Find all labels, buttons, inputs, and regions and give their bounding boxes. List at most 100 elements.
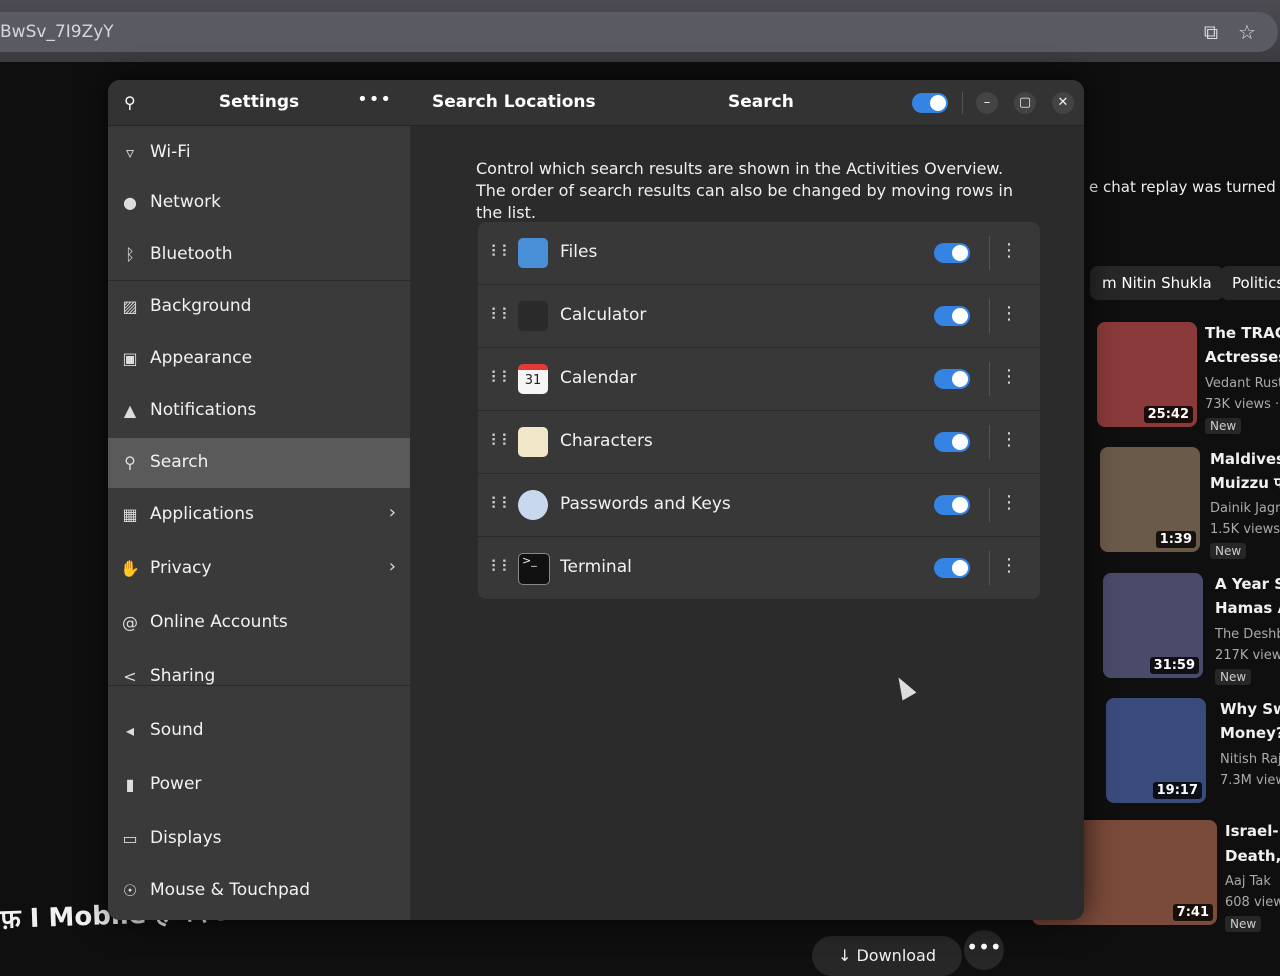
sidebar-item-wi-fi[interactable]: ▿ Wi-Fi	[108, 128, 410, 178]
sidebar-item-appearance[interactable]: ▣ Appearance	[108, 334, 410, 384]
sidebar-separator	[108, 280, 410, 281]
calendar-day-number: 31	[524, 373, 542, 388]
sidebar-item-notifications[interactable]: ▲ Notifications	[108, 386, 410, 436]
drag-handle-icon[interactable]: ⠇⠇	[490, 494, 512, 513]
more-options-icon[interactable]: ⋮	[1000, 555, 1018, 576]
filter-chip[interactable]: m Nitin Shukla	[1090, 266, 1224, 300]
drag-handle-icon[interactable]: ⠇⠇	[490, 242, 512, 261]
video-channel[interactable]: Aaj Tak	[1225, 874, 1271, 889]
maximize-button[interactable]: ▢	[1014, 92, 1036, 114]
download-button[interactable]: ↓ Download	[812, 936, 962, 976]
provider-toggle[interactable]	[934, 495, 970, 515]
files-icon	[518, 238, 548, 268]
star-icon[interactable]: ☆	[1236, 21, 1258, 43]
video-title[interactable]: Hamas A	[1215, 599, 1280, 617]
sidebar-item-search[interactable]: ⚲ Search	[108, 438, 410, 488]
video-title[interactable]: Muizzu पहु	[1210, 473, 1280, 493]
more-options-icon[interactable]: ⋮	[1000, 303, 1018, 324]
provider-row-calendar[interactable]: ⠇⠇ 31 Calendar ⋮	[478, 348, 1040, 411]
hand-icon: ✋	[120, 559, 140, 578]
row-separator	[989, 488, 990, 522]
wifi-icon: ▿	[125, 143, 135, 162]
close-button[interactable]: ✕	[1052, 92, 1074, 114]
network-icon: ●	[123, 193, 137, 212]
video-thumbnail[interactable]: 1:39	[1100, 447, 1200, 552]
video-channel[interactable]: Vedant Rusty	[1205, 376, 1280, 391]
provider-toggle[interactable]	[934, 558, 970, 578]
applications-icon: ▦	[122, 505, 138, 524]
more-options-icon[interactable]: ⋮	[1000, 492, 1018, 513]
video-title[interactable]: Maldives के	[1210, 449, 1280, 469]
minimize-button[interactable]: –	[976, 92, 998, 114]
more-options-icon[interactable]: ⋮	[1000, 240, 1018, 261]
provider-row-characters[interactable]: ⠇⠇ Characters ⋮	[478, 411, 1040, 474]
toggle-knob	[930, 95, 946, 111]
sidebar-item-background[interactable]: ▨ Background	[108, 282, 410, 332]
address-bar[interactable]: BwSv_7I9ZyY ⧉ ☆	[0, 12, 1278, 52]
video-channel[interactable]: Dainik Jagr	[1210, 501, 1280, 516]
sidebar-item-applications[interactable]: ▦ Applications ›	[108, 490, 410, 540]
sidebar-item-online-accounts[interactable]: @ Online Accounts	[108, 598, 410, 648]
sidebar-item-displays[interactable]: ▭ Displays	[108, 814, 410, 864]
sidebar-item-label: Search	[150, 452, 209, 472]
key-icon	[518, 490, 548, 520]
video-title[interactable]: Death, ई	[1225, 846, 1280, 866]
row-separator	[989, 362, 990, 396]
video-views: 7.3M view	[1220, 773, 1280, 788]
sidebar-item-label: Sharing	[150, 666, 216, 686]
provider-row-files[interactable]: ⠇⠇ Files ⋮	[478, 222, 1040, 285]
video-thumbnail[interactable]: 19:17	[1106, 698, 1206, 803]
provider-label: Files	[560, 242, 598, 262]
more-options-icon[interactable]: ⋮	[1000, 429, 1018, 450]
power-icon: ▮	[125, 775, 135, 794]
sidebar-item-label: Power	[150, 774, 202, 794]
video-thumbnail[interactable]: 31:59	[1103, 573, 1203, 678]
provider-toggle[interactable]	[934, 432, 970, 452]
sidebar-item-label: Sound	[150, 720, 204, 740]
more-actions-button[interactable]: •••	[964, 930, 1004, 970]
sidebar-item-network[interactable]: ● Network	[108, 178, 410, 228]
menu-icon[interactable]: •••	[357, 89, 392, 110]
sidebar-item-label: Network	[150, 192, 221, 212]
drag-handle-icon[interactable]: ⠇⠇	[490, 431, 512, 450]
page-title: Search	[728, 92, 794, 112]
video-channel[interactable]: Nitish Raj	[1220, 752, 1280, 767]
search-locations-button[interactable]: Search Locations	[432, 92, 596, 112]
video-duration: 1:39	[1155, 531, 1196, 548]
video-views: 1.5K views	[1210, 522, 1280, 537]
sidebar-item-label: Applications	[150, 504, 254, 524]
video-title[interactable]: Why Swi	[1220, 700, 1280, 718]
provider-toggle[interactable]	[934, 369, 970, 389]
drag-handle-icon[interactable]: ⠇⠇	[490, 305, 512, 324]
provider-toggle[interactable]	[934, 306, 970, 326]
sidebar-item-label: Wi-Fi	[150, 142, 191, 162]
more-options-icon[interactable]: ⋮	[1000, 366, 1018, 387]
at-icon: @	[122, 613, 138, 632]
sidebar-item-privacy[interactable]: ✋ Privacy ›	[108, 544, 410, 594]
toggle-knob	[952, 434, 968, 450]
install-app-icon[interactable]: ⧉	[1200, 21, 1222, 43]
sidebar-item-label: Displays	[150, 828, 222, 848]
drag-handle-icon[interactable]: ⠇⠇	[490, 368, 512, 387]
video-title[interactable]: Actresses	[1205, 348, 1280, 366]
video-views: 217K view	[1215, 648, 1280, 663]
video-thumbnail[interactable]: 25:42	[1097, 322, 1197, 427]
filter-chip[interactable]: Politics	[1220, 266, 1280, 300]
toggle-knob	[952, 497, 968, 513]
video-channel[interactable]: The Deshb	[1215, 627, 1280, 642]
sidebar-item-bluetooth[interactable]: ᛒ Bluetooth	[108, 230, 410, 280]
video-title[interactable]: Israel-H	[1225, 822, 1280, 840]
provider-row-terminal[interactable]: ⠇⠇ >_ Terminal ⋮	[478, 537, 1040, 599]
provider-row-calculator[interactable]: ⠇⠇ Calculator ⋮	[478, 285, 1040, 348]
search-master-toggle[interactable]	[912, 93, 948, 113]
drag-handle-icon[interactable]: ⠇⠇	[490, 557, 512, 576]
provider-row-passwords-and-keys[interactable]: ⠇⠇ Passwords and Keys ⋮	[478, 474, 1040, 537]
sidebar-item-sound[interactable]: ◂ Sound	[108, 706, 410, 756]
sidebar-item-mouse-touchpad[interactable]: ☉ Mouse & Touchpad	[108, 866, 410, 916]
video-title[interactable]: A Year Si	[1215, 575, 1280, 593]
sidebar-item-power[interactable]: ▮ Power	[108, 760, 410, 810]
sidebar-item-sharing[interactable]: < Sharing	[108, 652, 410, 702]
video-title[interactable]: The TRAGE	[1205, 324, 1280, 342]
provider-toggle[interactable]	[934, 243, 970, 263]
video-title[interactable]: Money?	[1220, 724, 1280, 742]
